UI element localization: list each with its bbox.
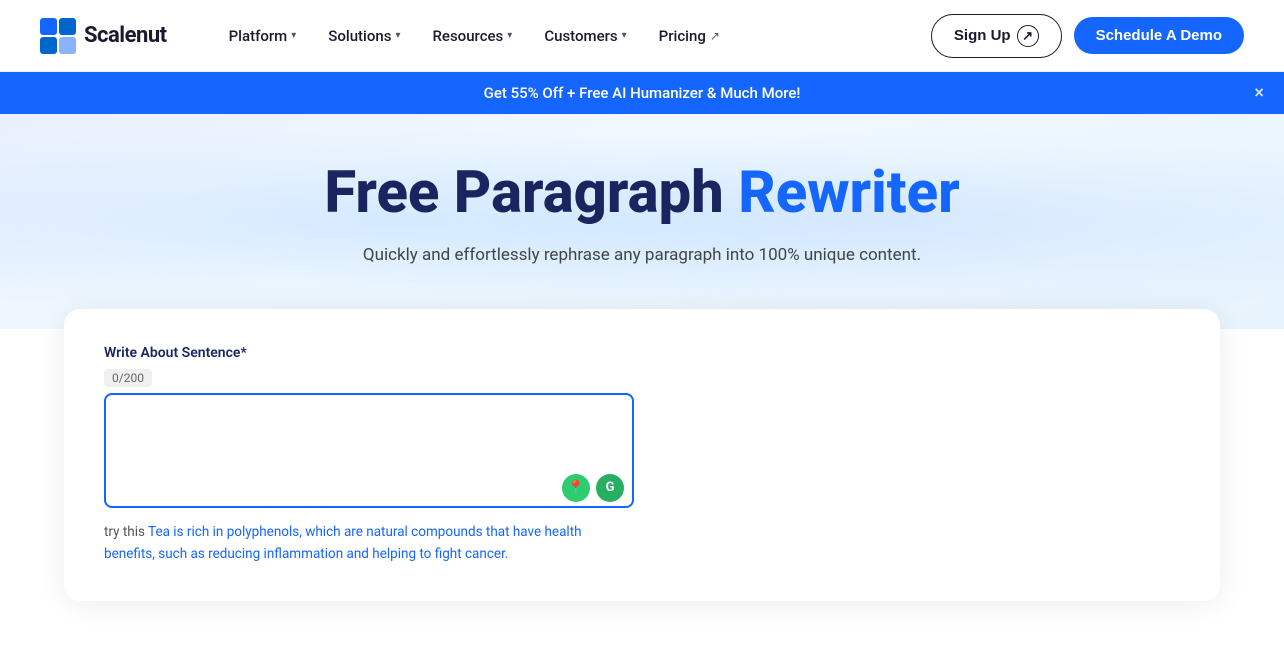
nav-links: Platform ▾ Solutions ▾ Resources ▾ Custo… [215,19,931,53]
nav-pricing-label: Pricing [659,27,706,45]
hero-subtitle: Quickly and effortlessly rephrase any pa… [342,242,942,269]
signup-button[interactable]: Sign Up ↗ [931,14,1062,58]
nav-solutions-label: Solutions [328,27,391,45]
promo-banner: Get 55% Off + Free AI Humanizer & Much M… [0,72,1284,114]
signup-label: Sign Up [954,27,1011,44]
arrow-icon: ↗ [1017,25,1039,47]
pin-icon: 📍 [562,474,590,502]
char-counter: 0/200 [104,369,152,387]
banner-text: Get 55% Off + Free AI Humanizer & Much M… [484,84,801,102]
logo-text: Scalenut [84,23,167,48]
schedule-demo-button[interactable]: Schedule A Demo [1074,17,1244,54]
sentence-input[interactable] [104,393,634,508]
logo-link[interactable]: Scalenut [40,18,167,54]
try-prefix: try this [104,524,145,540]
textarea-icons: 📍 G [562,474,624,502]
try-sample-text: try this Tea is rich in polyphenols, whi… [104,522,634,565]
field-label: Write About Sentence* [104,345,1180,361]
chevron-down-icon: ▾ [291,30,296,41]
logo-icon [40,18,76,54]
nav-resources[interactable]: Resources ▾ [418,19,526,53]
close-button[interactable]: × [1254,83,1264,104]
hero-title-blue: Rewriter [738,159,959,227]
nav-resources-label: Resources [432,27,503,45]
chevron-down-icon: ▾ [395,30,400,41]
chevron-down-icon: ▾ [622,30,627,41]
nav-platform[interactable]: Platform ▾ [215,19,311,53]
main-content: Write About Sentence* 0/200 📍 G try this… [0,309,1284,641]
navbar: Scalenut Platform ▾ Solutions ▾ Resource… [0,0,1284,72]
nav-customers-label: Customers [544,27,617,45]
char-count: 0 [112,371,119,385]
nav-actions: Sign Up ↗ Schedule A Demo [931,14,1244,58]
nav-solutions[interactable]: Solutions ▾ [314,19,414,53]
tool-card: Write About Sentence* 0/200 📍 G try this… [64,309,1220,601]
nav-customers[interactable]: Customers ▾ [530,19,640,53]
hero-title: Free Paragraph Rewriter [40,162,1244,226]
hero-section: Free Paragraph Rewriter Quickly and effo… [0,114,1284,329]
chevron-down-icon: ▾ [507,30,512,41]
textarea-wrapper: 📍 G [104,393,634,512]
demo-label: Schedule A Demo [1096,27,1222,44]
nav-platform-label: Platform [229,27,288,45]
char-max: /200 [119,371,144,385]
hero-title-dark: Free Paragraph [324,159,723,227]
grammarly-icon: G [596,474,624,502]
external-link-icon: ↗ [710,29,720,43]
try-sample-link[interactable]: Tea is rich in polyphenols, which are na… [104,524,582,562]
nav-pricing[interactable]: Pricing ↗ [645,19,734,53]
